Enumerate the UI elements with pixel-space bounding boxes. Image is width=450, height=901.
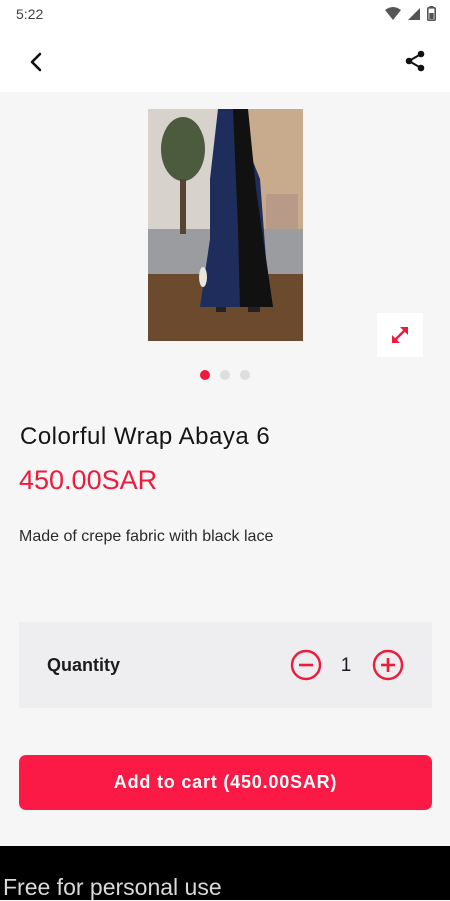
quantity-label: Quantity bbox=[47, 655, 121, 675]
increase-quantity-button[interactable] bbox=[372, 649, 404, 681]
footer-text: Free for personal use bbox=[3, 874, 222, 900]
arrow-left-icon bbox=[30, 52, 42, 72]
minus-circle-icon bbox=[290, 649, 322, 681]
status-time: 5:22 bbox=[16, 6, 44, 22]
share-button[interactable] bbox=[400, 46, 430, 76]
add-to-cart-button[interactable]: Add to cart (450.00SAR) bbox=[19, 755, 432, 810]
pagination-dot[interactable] bbox=[220, 370, 230, 380]
app-bar bbox=[0, 30, 450, 92]
share-icon bbox=[405, 50, 425, 72]
product-image[interactable] bbox=[148, 109, 303, 341]
product-price: 450.00SAR bbox=[19, 465, 158, 495]
plus-circle-icon bbox=[372, 649, 404, 681]
status-icons bbox=[385, 6, 436, 21]
wifi-icon bbox=[385, 6, 401, 20]
quantity-selector: Quantity 1 bbox=[19, 622, 432, 708]
pagination-dot[interactable] bbox=[200, 370, 210, 380]
product-title: Colorful Wrap Abaya 6 bbox=[20, 423, 271, 450]
battery-icon bbox=[427, 6, 436, 21]
expand-image-button[interactable] bbox=[377, 313, 423, 357]
image-pagination bbox=[200, 370, 250, 380]
product-description: Made of crepe fabric with black lace bbox=[19, 528, 274, 545]
status-bar: 5:22 bbox=[0, 0, 450, 30]
pagination-dot[interactable] bbox=[240, 370, 250, 380]
product-photo bbox=[148, 109, 303, 341]
footer-banner: Free for personal use bbox=[0, 846, 450, 900]
expand-icon bbox=[392, 327, 408, 343]
back-button[interactable] bbox=[22, 48, 50, 76]
quantity-value: 1 bbox=[340, 655, 352, 676]
signal-icon bbox=[408, 7, 420, 20]
decrease-quantity-button[interactable] bbox=[290, 649, 322, 681]
